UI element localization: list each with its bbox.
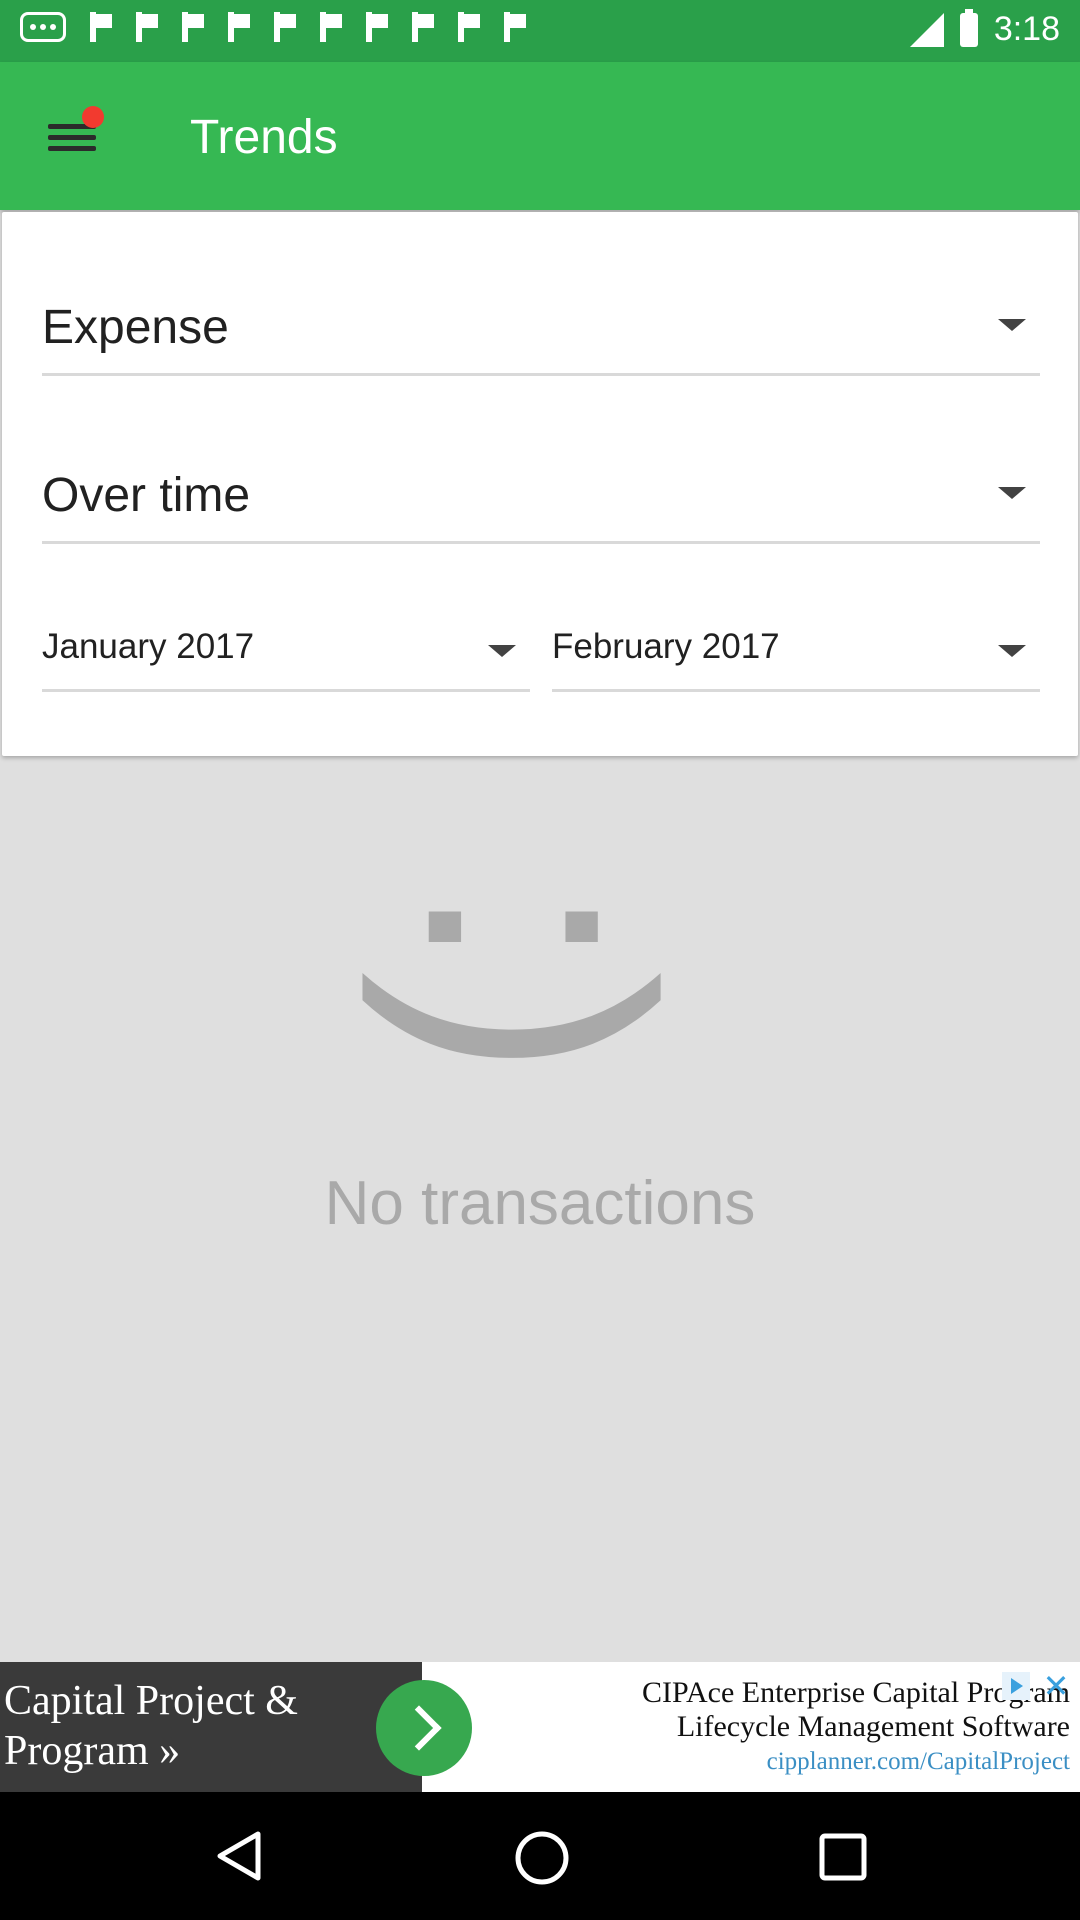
menu-button[interactable] [38,106,108,166]
filter-card: Expense Over time January 2017 February … [2,212,1078,756]
start-month-value: January 2017 [42,627,255,666]
end-month-value: February 2017 [552,627,780,666]
status-clock: 3:18 [993,10,1060,48]
start-month-dropdown[interactable]: January 2017 [42,616,530,692]
ad-banner[interactable]: Capital Project & Program » CIPAce Enter… [0,1662,1080,1792]
report-mode-dropdown[interactable]: Over time [42,452,1040,544]
notification-flag-icon [268,12,296,42]
notification-flag-icon [176,12,204,42]
status-left-icons [20,12,526,42]
notification-flag-icon [314,12,342,42]
ad-cta-button[interactable] [376,1680,472,1776]
signal-icon [909,12,944,47]
notification-flag-icon [360,12,388,42]
app-bar: Trends [0,62,1080,210]
navigation-bar [0,1792,1080,1920]
caret-down-icon [998,487,1026,499]
ad-title: Capital Project & Program » [4,1678,298,1774]
notification-flag-icon [498,12,526,42]
close-icon[interactable]: ✕ [1040,1670,1072,1702]
hamburger-menu-icon-bar [48,135,96,140]
report-mode-value: Over time [42,469,251,522]
notification-dot [82,106,104,128]
notification-flag-icon [406,12,434,42]
end-month-dropdown[interactable]: February 2017 [552,616,1040,692]
recents-icon[interactable] [818,1832,868,1882]
adchoices-icon[interactable] [1002,1672,1030,1700]
battery-icon [959,8,978,47]
hamburger-menu-icon-bar [48,146,96,151]
ad-url: cipplanner.com/CapitalProject [766,1748,1070,1775]
notification-flag-icon [84,12,112,42]
caret-down-icon [998,319,1026,331]
back-icon[interactable] [214,1830,262,1887]
ad-line-2: Lifecycle Management Software [676,1710,1070,1743]
transaction-type-dropdown[interactable]: Expense [42,284,1040,376]
empty-state-emoticon: :) [0,820,1080,1140]
status-right-icons: 3:18 [909,8,1060,49]
caret-down-icon [488,645,516,657]
chevron-right-icon [396,1705,442,1751]
caret-down-icon [998,645,1026,657]
status-bar: 3:18 [0,0,1080,62]
ad-text[interactable]: CIPAce Enterprise Capital Program Lifecy… [500,1676,1070,1776]
notification-flag-icon [130,12,158,42]
empty-state-message: No transactions [324,1169,756,1238]
ad-line-1: CIPAce Enterprise Capital Program [642,1676,1070,1709]
notification-flag-icon [452,12,480,42]
smiley-icon: :) [361,882,719,1078]
page-title: Trends [190,111,338,164]
transaction-type-value: Expense [42,301,229,354]
more-dots-icon [20,12,66,42]
notification-flag-icon [222,12,250,42]
home-icon[interactable] [514,1830,570,1886]
ad-left-panel[interactable]: Capital Project & Program » [0,1662,422,1792]
